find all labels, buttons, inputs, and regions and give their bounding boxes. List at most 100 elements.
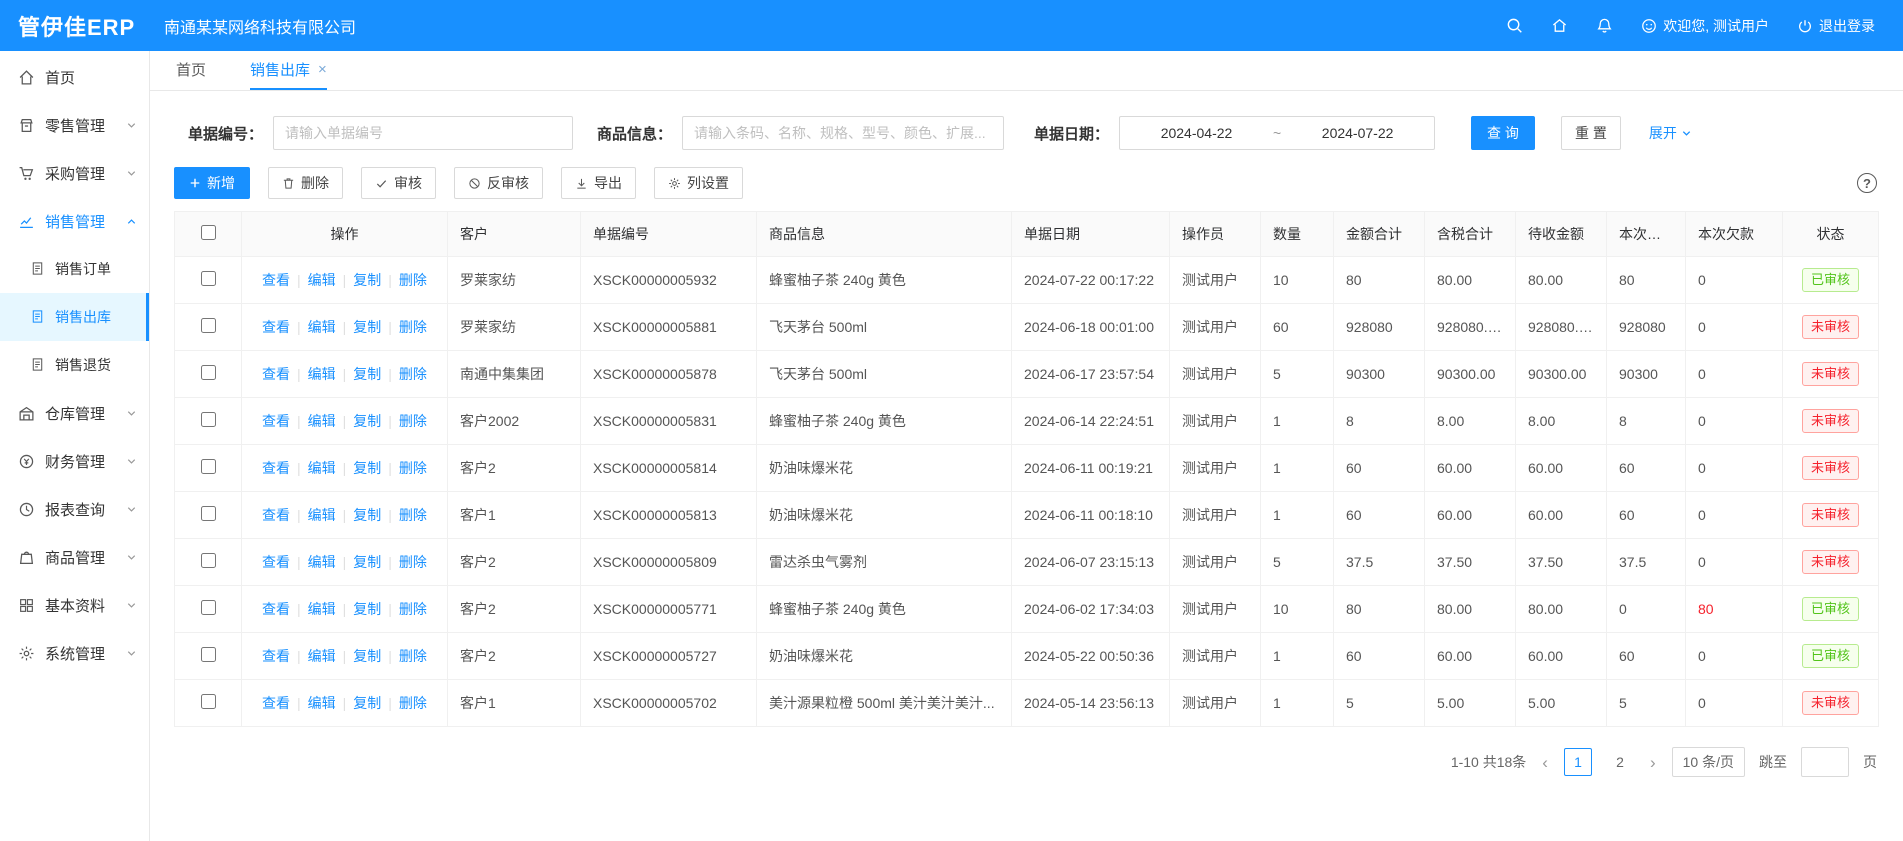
row-copy-link[interactable]: 复制 (353, 601, 381, 617)
row-checkbox[interactable] (201, 553, 216, 568)
row-delete-link[interactable]: 删除 (399, 695, 427, 711)
row-edit-link[interactable]: 编辑 (308, 319, 336, 335)
product-info-input[interactable] (682, 116, 1004, 150)
add-button[interactable]: 新增 (174, 167, 250, 199)
page-2-button[interactable]: 2 (1606, 748, 1634, 776)
cell-doc_no: XSCK00000005771 (581, 586, 757, 633)
row-checkbox[interactable] (201, 694, 216, 709)
row-delete-link[interactable]: 删除 (399, 413, 427, 429)
tab-home[interactable]: 首页 (176, 51, 206, 90)
row-view-link[interactable]: 查看 (262, 366, 290, 382)
sidebar-item-sales-management[interactable]: 销售管理 (0, 197, 149, 245)
help-icon[interactable]: ? (1857, 173, 1877, 193)
sidebar-item-basic-data[interactable]: 基本资料 (0, 581, 149, 629)
row-checkbox[interactable] (201, 600, 216, 615)
smiley-icon (1641, 18, 1657, 34)
row-edit-link[interactable]: 编辑 (308, 413, 336, 429)
row-edit-link[interactable]: 编辑 (308, 695, 336, 711)
search-button[interactable]: 查 询 (1471, 116, 1535, 150)
row-delete-link[interactable]: 删除 (399, 648, 427, 664)
sidebar-item-finance-management[interactable]: 财务管理 (0, 437, 149, 485)
sidebar-item-sales-order[interactable]: 销售订单 (0, 245, 149, 293)
row-view-link[interactable]: 查看 (262, 507, 290, 523)
row-checkbox[interactable] (201, 412, 216, 427)
row-view-link[interactable]: 查看 (262, 460, 290, 476)
row-copy-link[interactable]: 复制 (353, 507, 381, 523)
row-delete-link[interactable]: 删除 (399, 366, 427, 382)
page-size-select[interactable]: 10 条/页 (1672, 747, 1745, 777)
row-view-link[interactable]: 查看 (262, 648, 290, 664)
row-checkbox[interactable] (201, 271, 216, 286)
reset-button[interactable]: 重 置 (1561, 116, 1621, 150)
row-delete-link[interactable]: 删除 (399, 601, 427, 617)
tab-sales-outbound[interactable]: 销售出库 × (250, 51, 327, 90)
row-edit-link[interactable]: 编辑 (308, 460, 336, 476)
sidebar-item-sales-outbound[interactable]: 销售出库 (0, 293, 149, 341)
bell-icon[interactable] (1596, 17, 1613, 34)
row-copy-link[interactable]: 复制 (353, 319, 381, 335)
row-view-link[interactable]: 查看 (262, 601, 290, 617)
sidebar-item-sales-return[interactable]: 销售退货 (0, 341, 149, 389)
sidebar-item-retail-management[interactable]: 零售管理 (0, 101, 149, 149)
row-edit-link[interactable]: 编辑 (308, 507, 336, 523)
page-1-button[interactable]: 1 (1564, 748, 1592, 776)
row-delete-link[interactable]: 删除 (399, 507, 427, 523)
cell-qty: 5 (1261, 539, 1334, 586)
sidebar-item-warehouse-management[interactable]: 仓库管理 (0, 389, 149, 437)
row-copy-link[interactable]: 复制 (353, 554, 381, 570)
row-view-link[interactable]: 查看 (262, 272, 290, 288)
sidebar-item-purchase-management[interactable]: 采购管理 (0, 149, 149, 197)
row-copy-link[interactable]: 复制 (353, 648, 381, 664)
tab-close-icon[interactable]: × (318, 62, 327, 77)
export-button[interactable]: 导出 (561, 167, 636, 199)
delete-button[interactable]: 删除 (268, 167, 343, 199)
sidebar-item-product-management[interactable]: 商品管理 (0, 533, 149, 581)
logout-button[interactable]: 退出登录 (1797, 16, 1875, 36)
row-edit-link[interactable]: 编辑 (308, 601, 336, 617)
row-delete-link[interactable]: 删除 (399, 554, 427, 570)
action-divider: | (388, 272, 392, 288)
row-copy-link[interactable]: 复制 (353, 366, 381, 382)
row-delete-link[interactable]: 删除 (399, 460, 427, 476)
row-edit-link[interactable]: 编辑 (308, 366, 336, 382)
sidebar-item-report-query[interactable]: 报表查询 (0, 485, 149, 533)
row-view-link[interactable]: 查看 (262, 413, 290, 429)
chevron-down-icon (126, 120, 137, 131)
row-checkbox[interactable] (201, 459, 216, 474)
unaudit-button[interactable]: 反审核 (454, 167, 543, 199)
row-copy-link[interactable]: 复制 (353, 413, 381, 429)
row-view-link[interactable]: 查看 (262, 319, 290, 335)
row-delete-link[interactable]: 删除 (399, 272, 427, 288)
cell-customer: 客户2 (448, 539, 581, 586)
row-copy-link[interactable]: 复制 (353, 272, 381, 288)
row-checkbox[interactable] (201, 318, 216, 333)
audit-button[interactable]: 审核 (361, 167, 436, 199)
app-logo[interactable]: 管伊佳ERP (0, 10, 150, 42)
doc-no-input[interactable] (273, 116, 573, 150)
row-edit-link[interactable]: 编辑 (308, 648, 336, 664)
search-icon[interactable] (1506, 17, 1523, 34)
cell-status: 未审核 (1783, 351, 1879, 398)
row-view-link[interactable]: 查看 (262, 695, 290, 711)
row-checkbox[interactable] (201, 647, 216, 662)
prev-page-button[interactable]: ‹ (1540, 754, 1550, 771)
user-welcome[interactable]: 欢迎您, 测试用户 (1641, 16, 1769, 36)
row-delete-link[interactable]: 删除 (399, 319, 427, 335)
date-range-picker[interactable]: 2024-04-22 ~ 2024-07-22 (1119, 116, 1435, 150)
row-edit-link[interactable]: 编辑 (308, 272, 336, 288)
row-copy-link[interactable]: 复制 (353, 460, 381, 476)
cell-customer: 客户2002 (448, 398, 581, 445)
column-settings-button[interactable]: 列设置 (654, 167, 743, 199)
row-view-link[interactable]: 查看 (262, 554, 290, 570)
jump-page-input[interactable] (1801, 747, 1849, 777)
row-copy-link[interactable]: 复制 (353, 695, 381, 711)
sidebar-item-home[interactable]: 首页 (0, 53, 149, 101)
sidebar-item-system-management[interactable]: 系统管理 (0, 629, 149, 677)
expand-link[interactable]: 展开 (1649, 123, 1692, 143)
row-checkbox[interactable] (201, 365, 216, 380)
row-edit-link[interactable]: 编辑 (308, 554, 336, 570)
home-icon[interactable] (1551, 17, 1568, 34)
next-page-button[interactable]: › (1648, 754, 1658, 771)
select-all-checkbox[interactable] (201, 225, 216, 240)
row-checkbox[interactable] (201, 506, 216, 521)
